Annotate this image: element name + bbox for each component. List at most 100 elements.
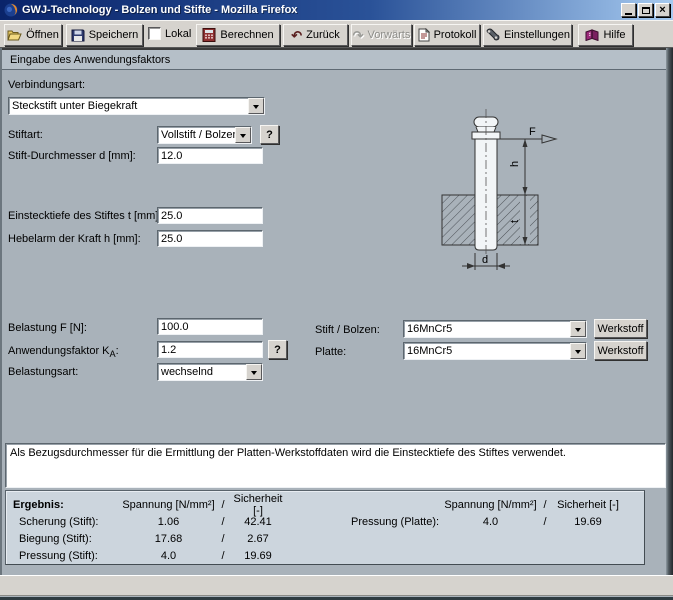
stress-column-header: Spannung [N/mm²] (121, 499, 216, 511)
durchmesser-label: Stift-Durchmesser d [mm]: (8, 150, 136, 162)
minimize-icon (625, 13, 632, 15)
anwendungsfaktor-help-button[interactable]: ? (268, 340, 287, 359)
results-header-row: Spannung [N/mm²] / Sicherheit [-] (338, 496, 624, 513)
open-button[interactable]: Öffnen (4, 24, 62, 46)
platte-select[interactable]: 16MnCr5 (403, 342, 587, 360)
lokal-checkbox[interactable] (148, 27, 161, 40)
result-row-pressung-platte: Pressung (Platte): 4.0 / 19.69 (338, 513, 624, 530)
forward-button[interactable]: ↷ Vorwärts (351, 24, 412, 46)
verbindungsart-label: Verbindungsart: (8, 79, 85, 91)
belastungsart-select[interactable]: wechselnd (157, 363, 263, 381)
results-title: Ergebnis: (6, 499, 121, 511)
belastungsart-label: Belastungsart: (8, 366, 78, 378)
window-title: GWJ-Technology - Bolzen und Stifte - Moz… (22, 4, 297, 16)
safety-column-header: Sicherheit [-] (552, 499, 624, 511)
stiftart-help-button[interactable]: ? (260, 125, 279, 144)
belastung-input[interactable] (157, 318, 263, 335)
maximize-button[interactable] (638, 3, 653, 17)
dropdown-arrow-icon (570, 343, 586, 359)
forward-label: Vorwärts (368, 29, 411, 41)
depth-label: t (509, 220, 521, 223)
close-button[interactable]: × (655, 3, 670, 17)
stift-werkstoff-button[interactable]: Werkstoff (594, 319, 647, 338)
result-row-scherung: Scherung (Stift): 1.06 / 42.41 (6, 513, 286, 530)
stiftart-select[interactable]: Vollstift / Bolzen (157, 126, 252, 144)
einstecktiefe-label: Einstecktiefe des Stiftes t [mm]: (8, 210, 161, 222)
toolbar: Öffnen Speichern Lokal Berechnen (0, 20, 673, 48)
dropdown-arrow-icon (570, 321, 586, 337)
save-floppy-icon (71, 29, 85, 42)
diameter-label: d (482, 254, 488, 266)
minimize-button[interactable] (621, 3, 636, 17)
hebelarm-input[interactable] (157, 230, 263, 247)
section-title: Eingabe des Anwendungsfaktors (10, 54, 170, 66)
status-bar (0, 575, 673, 596)
result-row-biegung: Biegung (Stift): 17.68 / 2.67 (6, 530, 286, 547)
platte-value: 16MnCr5 (404, 343, 570, 359)
stift-bolzen-label: Stift / Bolzen: (315, 324, 380, 336)
durchmesser-input[interactable] (157, 147, 263, 164)
forward-arrow-icon: ↷ (353, 29, 364, 42)
settings-button[interactable]: Einstellungen (483, 24, 572, 46)
pin-diagram: F h t d (430, 105, 565, 280)
verbindungsart-value: Steckstift unter Biegekraft (9, 98, 248, 114)
save-label: Speichern (89, 29, 139, 41)
result-row-pressung-stift: Pressung (Stift): 4.0 / 19.69 (6, 547, 286, 564)
protocol-label: Protokoll (434, 29, 477, 41)
window-frame-left (0, 48, 2, 575)
save-button[interactable]: Speichern (66, 24, 143, 46)
firefox-icon (4, 3, 18, 17)
results-table-platte: Spannung [N/mm²] / Sicherheit [-] Pressu… (338, 496, 624, 530)
anwendungsfaktor-label: Anwendungsfaktor KA: (8, 345, 119, 359)
lever-label: h (509, 161, 521, 167)
einstecktiefe-input[interactable] (157, 207, 263, 224)
lokal-label: Lokal (165, 28, 191, 40)
safety-column-header: Sicherheit [-] (230, 493, 286, 517)
protocol-button[interactable]: Protokoll (414, 24, 480, 46)
hebelarm-label: Hebelarm der Kraft h [mm]: (8, 233, 141, 245)
help-button[interactable]: Hilfe (578, 24, 633, 46)
plate-left (442, 195, 475, 245)
platte-label: Platte: (315, 346, 346, 358)
open-label: Öffnen (26, 29, 59, 41)
dropdown-arrow-icon (235, 127, 251, 143)
calculate-button[interactable]: Berechnen (196, 24, 280, 46)
stiftart-value: Vollstift / Bolzen (158, 127, 235, 143)
platte-werkstoff-button[interactable]: Werkstoff (594, 341, 647, 360)
lokal-checkbox-group: Lokal (148, 27, 191, 40)
stiftart-label: Stiftart: (8, 129, 43, 141)
force-label: F (529, 126, 536, 138)
help-label: Hilfe (603, 29, 625, 41)
settings-label: Einstellungen (504, 29, 570, 41)
dropdown-arrow-icon (248, 98, 264, 114)
back-button[interactable]: ↶ Zurück (283, 24, 348, 46)
back-label: Zurück (306, 29, 340, 41)
anwendungsfaktor-input[interactable] (157, 341, 263, 358)
calculate-label: Berechnen (220, 29, 273, 41)
maximize-icon (642, 7, 650, 14)
back-arrow-icon: ↶ (291, 29, 302, 42)
open-folder-icon (7, 29, 22, 42)
settings-tools-icon (485, 28, 500, 42)
results-table-stift: Ergebnis: Spannung [N/mm²] / Sicherheit … (6, 496, 286, 564)
stift-bolzen-select[interactable]: 16MnCr5 (403, 320, 587, 338)
results-header-row: Ergebnis: Spannung [N/mm²] / Sicherheit … (6, 496, 286, 513)
force-arrow-icon (542, 135, 556, 143)
app-window: GWJ-Technology - Bolzen und Stifte - Moz… (0, 0, 673, 600)
verbindungsart-select[interactable]: Steckstift unter Biegekraft (8, 97, 265, 115)
belastung-label: Belastung F [N]: (8, 322, 87, 334)
belastungsart-value: wechselnd (158, 364, 246, 380)
section-header: Eingabe des Anwendungsfaktors (2, 50, 666, 70)
help-book-icon (585, 29, 599, 41)
message-textarea[interactable]: Als Bezugsdurchmesser für die Ermittlung… (5, 443, 666, 488)
message-text: Als Bezugsdurchmesser für die Ermittlung… (10, 447, 566, 459)
question-icon: ? (274, 344, 281, 356)
window-frame-right (666, 48, 673, 575)
stift-bolzen-value: 16MnCr5 (404, 321, 570, 337)
dropdown-arrow-icon (246, 364, 262, 380)
question-icon: ? (266, 129, 273, 141)
results-panel: Ergebnis: Spannung [N/mm²] / Sicherheit … (5, 490, 645, 565)
calculator-icon (202, 28, 216, 42)
protocol-document-icon (418, 28, 430, 42)
stress-column-header: Spannung [N/mm²] (443, 499, 538, 511)
